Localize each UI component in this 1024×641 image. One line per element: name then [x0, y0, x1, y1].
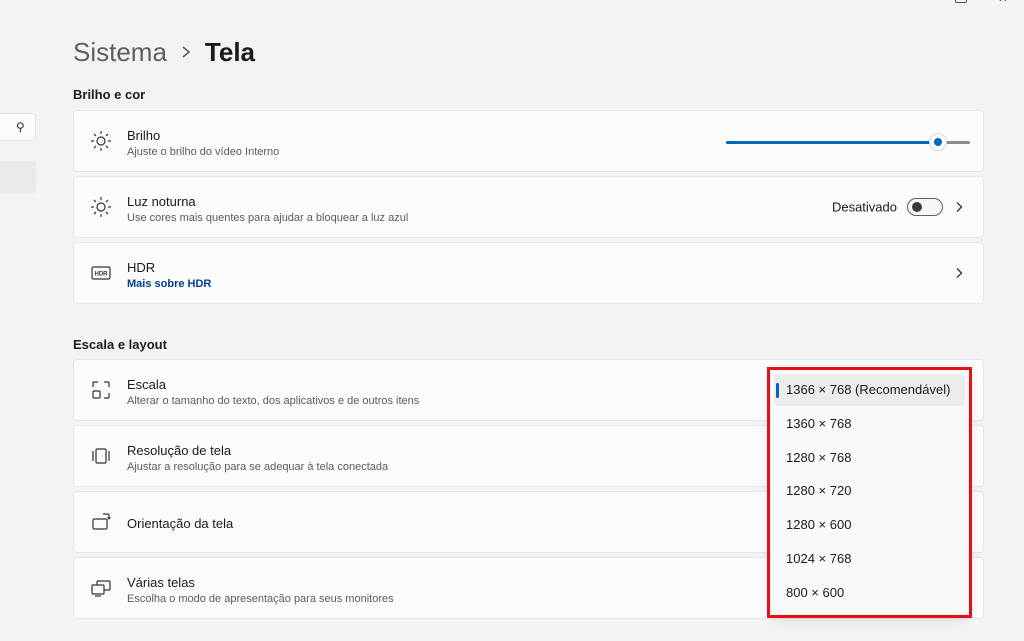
night-light-card[interactable]: Luz noturna Use cores mais quentes para … — [73, 176, 984, 238]
chevron-right-icon — [956, 268, 963, 278]
orientation-title: Orientação da tela — [127, 516, 234, 531]
brightness-slider-fill — [726, 141, 938, 144]
hdr-card[interactable]: HDR HDR Mais sobre HDR — [73, 242, 984, 304]
highlight-box — [767, 367, 972, 618]
search-icon: ⚲ — [16, 120, 25, 134]
page-title: Tela — [204, 37, 256, 67]
search-input[interactable]: ⚲ — [0, 113, 36, 141]
maximize-icon[interactable] — [955, 0, 967, 3]
hdr-title: HDR — [127, 260, 156, 275]
resolution-icon — [92, 448, 110, 464]
breadcrumb-parent[interactable]: Sistema — [73, 37, 167, 68]
brightness-title: Brilho — [127, 128, 161, 143]
multiple-displays-icon — [91, 580, 111, 597]
multiple-displays-subtitle: Escolha o modo de apresentação para seus… — [127, 593, 394, 605]
brightness-slider-thumb[interactable] — [929, 133, 947, 151]
night-light-toggle[interactable] — [907, 198, 943, 216]
svg-text:HDR: HDR — [95, 272, 109, 278]
hdr-more-link[interactable]: Mais sobre HDR — [127, 278, 211, 290]
close-icon[interactable]: ✕ — [998, 0, 1008, 5]
section-title-scale-layout: Escala e layout — [73, 337, 167, 352]
chevron-right-icon — [182, 45, 191, 58]
section-title-brightness: Brilho e cor — [73, 87, 146, 102]
scale-icon — [92, 381, 110, 399]
brightness-card: Brilho Ajuste o brilho do vídeo Interno — [73, 110, 984, 172]
brightness-subtitle: Ajuste o brilho do vídeo Interno — [127, 146, 280, 158]
resolution-title: Resolução de tela — [127, 443, 232, 458]
night-light-status: Desativado — [831, 199, 897, 215]
sidebar-item-selected[interactable] — [0, 161, 36, 194]
toggle-knob — [912, 202, 922, 212]
scale-subtitle: Alterar o tamanho do texto, dos aplicati… — [127, 395, 420, 407]
night-light-subtitle: Use cores mais quentes para ajudar a blo… — [127, 212, 409, 224]
night-light-title: Luz noturna — [127, 194, 196, 209]
resolution-subtitle: Ajustar a resolução para se adequar à te… — [127, 461, 389, 473]
orientation-icon — [92, 513, 111, 530]
chevron-right-icon — [956, 202, 963, 212]
night-light-icon — [90, 196, 112, 218]
multiple-displays-title: Várias telas — [127, 575, 195, 590]
brightness-slider[interactable] — [726, 133, 970, 151]
breadcrumb: Sistema Tela — [73, 37, 255, 68]
hdr-icon: HDR — [91, 266, 111, 280]
scale-title: Escala — [127, 377, 167, 392]
sun-icon — [90, 130, 112, 152]
